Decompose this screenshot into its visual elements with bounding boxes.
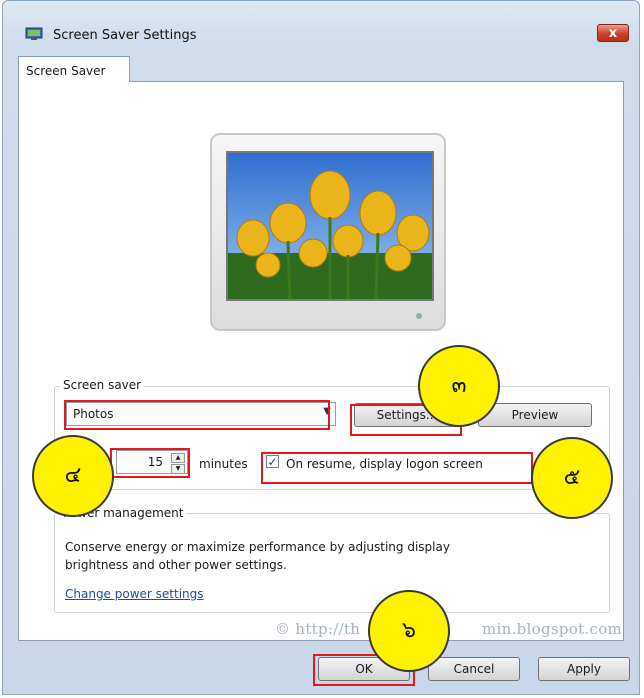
- title-bar[interactable]: Screen Saver Settings x: [3, 1, 639, 43]
- highlight-select: [64, 400, 330, 430]
- preview-button[interactable]: Preview: [478, 403, 592, 427]
- step-marker-3: ๓: [418, 345, 500, 427]
- monitor-preview: [210, 133, 446, 331]
- watermark-tail: min.blogspot.com: [482, 620, 623, 638]
- minutes-label: minutes: [199, 457, 248, 471]
- tab-screen-saver[interactable]: Screen Saver: [18, 56, 130, 82]
- highlight-resume: [261, 452, 533, 484]
- power-description-line1: Conserve energy or maximize performance …: [65, 540, 450, 554]
- step-marker-6: ๖: [368, 590, 450, 672]
- power-description: Conserve energy or maximize performance …: [65, 538, 450, 574]
- window-title: Screen Saver Settings: [53, 28, 197, 43]
- screen-saver-group-label: Screen saver: [60, 378, 145, 392]
- step-marker-5: ๕: [531, 437, 613, 519]
- cancel-button[interactable]: Cancel: [428, 657, 520, 681]
- highlight-wait: [110, 448, 190, 478]
- close-button[interactable]: x: [597, 24, 629, 42]
- change-power-settings-link[interactable]: Change power settings: [65, 587, 204, 601]
- monitor-app-icon: [25, 27, 43, 40]
- power-description-line2: brightness and other power settings.: [65, 558, 287, 572]
- monitor-power-led: [416, 313, 422, 319]
- watermark-text: © http://th: [275, 620, 361, 638]
- preview-image: [226, 151, 434, 301]
- apply-button[interactable]: Apply: [538, 657, 630, 681]
- step-marker-4: ๔: [32, 435, 114, 517]
